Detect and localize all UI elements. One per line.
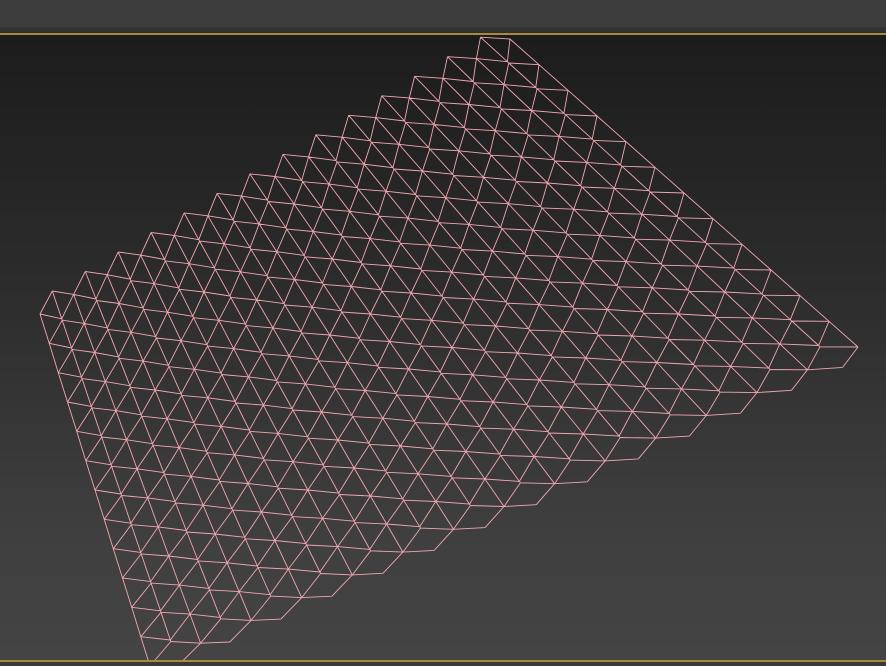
app-window [0,0,886,666]
mesh-edges [39,36,859,660]
3d-viewport[interactable] [0,33,886,662]
toolbar-strip [0,0,886,28]
wireframe-mesh[interactable] [0,35,886,662]
